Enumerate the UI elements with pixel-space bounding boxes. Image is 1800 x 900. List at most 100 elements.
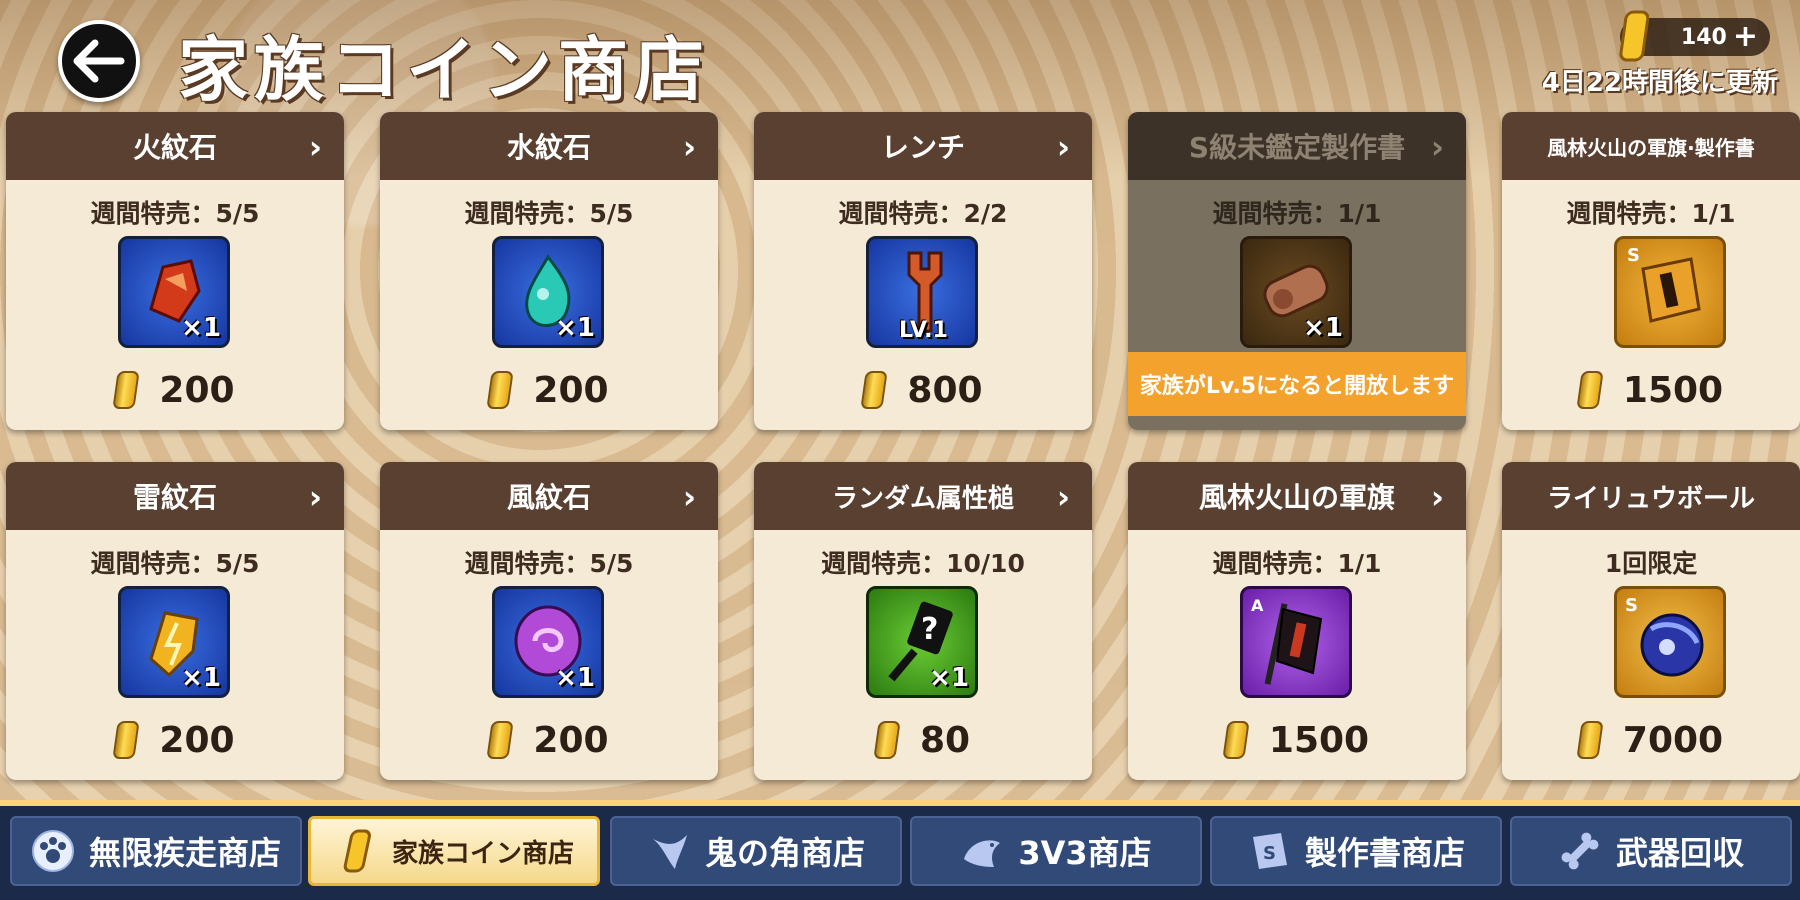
item-price: 1500 <box>1622 369 1724 411</box>
tab-label: 製作書商店 <box>1304 834 1465 872</box>
shop-item-card[interactable]: 風林火山の軍旗 › 週間特売：1/1 A 1500 <box>1128 462 1466 780</box>
coin-icon <box>873 721 901 759</box>
item-name: レンチ <box>880 131 965 164</box>
tab-3v3-shop[interactable]: 3V3商店 <box>910 816 1202 886</box>
shop-item-card[interactable]: 水紋石 › 週間特売：5/5 ×1 200 <box>380 112 718 430</box>
svg-text:?: ? <box>921 612 938 647</box>
coin-icon <box>112 371 141 409</box>
svg-text:S: S <box>1627 245 1640 266</box>
page-title: 家族コイン商店 <box>178 28 710 111</box>
item-name: 風林火山の軍旗 <box>1198 481 1395 514</box>
coin-icon <box>1619 10 1649 62</box>
war-banner-icon: A <box>1240 586 1352 698</box>
coin-icon <box>486 371 515 409</box>
chevron-right-icon: › <box>682 478 696 516</box>
chevron-right-icon: › <box>1430 478 1444 516</box>
item-limit: 週間特売：1/1 <box>1212 199 1382 228</box>
chevron-right-icon: › <box>308 128 322 166</box>
fire-gem-icon: ×1 <box>118 236 230 348</box>
item-limit: 週間特売：5/5 <box>90 549 260 578</box>
tab-label: 武器回収 <box>1615 834 1744 872</box>
item-price: 800 <box>907 369 983 411</box>
currency-amount: 140 <box>1680 24 1727 50</box>
banner-scroll-icon: S <box>1614 236 1726 348</box>
shop-item-card[interactable]: 風林火山の軍旗·製作書 週間特売：1/1 S 1500 <box>1502 112 1800 430</box>
item-limit: 1回限定 <box>1604 549 1698 578</box>
coin-icon <box>1576 371 1604 409</box>
shop-item-card[interactable]: レンチ › 週間特売：2/2 LV.1 800 <box>754 112 1092 430</box>
water-gem-icon: ×1 <box>492 236 604 348</box>
coin-icon <box>112 721 141 759</box>
item-limit: 週間特売：1/1 <box>1566 199 1736 228</box>
chevron-right-icon: › <box>1430 128 1444 166</box>
random-hammer-icon: ? ×1 <box>866 586 978 698</box>
item-limit: 週間特売：5/5 <box>464 199 634 228</box>
item-qty: ×1 <box>1303 313 1343 343</box>
shop-item-card[interactable]: ライリュウボール 1回限定 S 7000 <box>1502 462 1800 780</box>
wrench-icon: LV.1 <box>866 236 978 348</box>
tab-label: 3V3商店 <box>1018 834 1152 872</box>
item-price: 200 <box>159 719 235 761</box>
tab-endless-run-shop[interactable]: 無限疾走商店 <box>10 816 302 886</box>
item-name: S級未鑑定製作書 <box>1188 131 1406 164</box>
svg-text:S: S <box>1625 595 1638 616</box>
item-qty: ×1 <box>181 663 221 693</box>
svg-text:A: A <box>1251 596 1264 615</box>
item-price: 200 <box>533 369 609 411</box>
coin-icon <box>486 721 515 759</box>
item-price: 7000 <box>1622 719 1724 761</box>
horn-icon <box>647 829 691 873</box>
coin-icon <box>334 829 378 873</box>
shop-tab-bar: 無限疾走商店 家族コイン商店 鬼の角商店 3V3商店 S 製作書商店 武器回収 <box>0 800 1800 900</box>
item-qty: ×1 <box>181 313 221 343</box>
coin-icon <box>1222 721 1250 759</box>
coin-icon <box>1576 721 1604 759</box>
header: 家族コイン商店 140 + 4日22時間後に更新 <box>0 0 1800 111</box>
tab-crafting-book-shop[interactable]: S 製作書商店 <box>1210 816 1502 886</box>
tab-label: 無限疾走商店 <box>88 834 281 872</box>
item-qty: LV.1 <box>899 318 948 343</box>
item-name: ライリュウボール <box>1546 483 1755 514</box>
item-limit: 週間特売：2/2 <box>838 199 1008 228</box>
shop-item-card[interactable]: 風紋石 › 週間特売：5/5 ×1 200 <box>380 462 718 780</box>
item-price: 80 <box>919 719 971 761</box>
item-limit: 週間特売：1/1 <box>1212 549 1382 578</box>
item-name: ランダム属性槌 <box>831 483 1014 514</box>
tab-oni-horn-shop[interactable]: 鬼の角商店 <box>610 816 902 886</box>
scroll-tab-icon: S <box>1247 829 1291 873</box>
shop-item-card[interactable]: 火紋石 › 週間特売：5/5 ×1 200 <box>6 112 344 430</box>
shop-item-card[interactable]: 雷紋石 › 週間特売：5/5 ×1 200 <box>6 462 344 780</box>
item-qty: ×1 <box>929 663 969 693</box>
item-qty: ×1 <box>555 313 595 343</box>
tab-label: 鬼の角商店 <box>704 834 865 872</box>
back-arrow-icon <box>73 39 125 83</box>
wind-gem-icon: ×1 <box>492 586 604 698</box>
item-name: 風紋石 <box>506 481 591 514</box>
coin-icon <box>860 371 889 409</box>
item-price: 1500 <box>1268 719 1370 761</box>
svg-text:S: S <box>1263 843 1276 864</box>
tab-family-coin-shop[interactable]: 家族コイン商店 <box>308 816 600 886</box>
chevron-right-icon: › <box>1056 128 1070 166</box>
item-name: 風林火山の軍旗·製作書 <box>1547 135 1755 160</box>
add-currency-button[interactable]: + <box>1733 22 1758 52</box>
back-button[interactable] <box>58 20 140 102</box>
tab-weapon-recycle[interactable]: 武器回収 <box>1510 816 1792 886</box>
item-limit: 週間特売：10/10 <box>821 549 1025 578</box>
tab-label: 家族コイン商店 <box>391 838 574 869</box>
scroll-icon: ×1 <box>1240 236 1352 348</box>
paw-icon <box>31 829 75 873</box>
refresh-countdown: 4日22時間後に更新 <box>1541 68 1778 98</box>
item-qty: ×1 <box>555 663 595 693</box>
item-name: 火紋石 <box>132 131 217 164</box>
locked-banner: 家族がLv.5になると開放します <box>1128 352 1466 416</box>
chevron-right-icon: › <box>682 128 696 166</box>
dragon-ball-icon: S <box>1614 586 1726 698</box>
item-price: 200 <box>159 369 235 411</box>
shop-item-card[interactable]: ランダム属性槌 › 週間特売：10/10 ? ×1 80 <box>754 462 1092 780</box>
item-price: 200 <box>533 719 609 761</box>
bone-icon <box>1558 829 1602 873</box>
shop-item-card-locked[interactable]: S級未鑑定製作書 › 週間特売：1/1 ×1 家族がLv.5になると開放します <box>1128 112 1466 430</box>
item-limit: 週間特売：5/5 <box>464 549 634 578</box>
thunder-gem-icon: ×1 <box>118 586 230 698</box>
